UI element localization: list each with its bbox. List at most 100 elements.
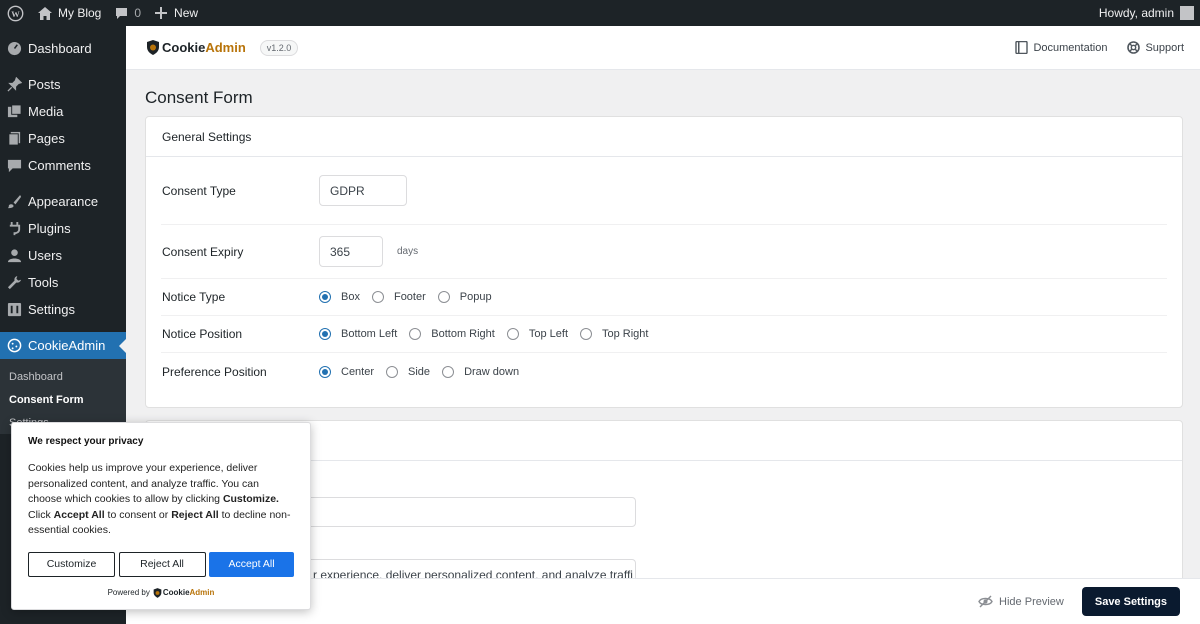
- comments-link[interactable]: 0: [108, 0, 148, 26]
- documentation-label: Documentation: [1033, 41, 1108, 54]
- radio-label: Bottom Right: [431, 328, 495, 340]
- comment-bubble-icon: [116, 7, 128, 19]
- preference-position-side-radio[interactable]: Side: [386, 365, 430, 378]
- hide-preview-button[interactable]: Hide Preview: [978, 595, 1064, 608]
- dashboard-icon: [6, 41, 22, 57]
- sidebar-item-dashboard[interactable]: Dashboard: [0, 35, 126, 62]
- shield-cookie-icon: [147, 40, 159, 55]
- consent-expiry-label: Consent Expiry: [162, 244, 244, 259]
- sidebar-item-settings[interactable]: Settings: [0, 296, 126, 323]
- preference-position-center-radio[interactable]: Center: [319, 365, 374, 378]
- page-title: Consent Form: [145, 88, 253, 107]
- radio-selected: [319, 365, 331, 378]
- radio-unselected: [580, 328, 592, 340]
- support-link[interactable]: Support: [1127, 41, 1184, 54]
- notice-message: Cookies help us improve your experience,…: [28, 461, 294, 539]
- notice-text-part: Click: [28, 508, 54, 521]
- brush-icon: [6, 194, 22, 210]
- radio-unselected: [506, 328, 519, 340]
- notice-title: We respect your privacy: [28, 436, 144, 447]
- preference-position-row: Preference Position Center Side Draw dow…: [161, 353, 1167, 390]
- general-settings-title: General Settings: [146, 117, 1182, 157]
- radio-unselected: [437, 291, 450, 303]
- logo-text-cookie: Cookie: [162, 40, 206, 55]
- general-settings-card: General Settings Consent Type GDPR Conse…: [145, 116, 1183, 408]
- powered-by-logo[interactable]: Cookie Admin: [153, 587, 215, 598]
- preference-position-draw-down-radio[interactable]: Draw down: [442, 365, 520, 378]
- accept-all-button[interactable]: Accept All: [209, 551, 294, 577]
- notice-type-box-radio[interactable]: Box: [319, 291, 360, 303]
- notice-type-row: Notice Type Box Footer Popup: [161, 279, 1167, 316]
- sidebar-item-label: Settings: [28, 302, 75, 317]
- sidebar-item-label: Appearance: [28, 194, 99, 209]
- sidebar-item-pages[interactable]: Pages: [0, 125, 126, 152]
- notice-position-bottom-left-radio[interactable]: Bottom Left: [319, 328, 397, 340]
- plugin-header: Cookie Admin v1.2.0 Documentation Support: [126, 26, 1200, 70]
- consent-type-row: Consent Type GDPR: [161, 157, 1167, 225]
- consent-type-select[interactable]: GDPR: [319, 175, 407, 206]
- pages-icon: [6, 131, 22, 147]
- powered-by-text: Powered by: [107, 588, 150, 597]
- cookie-notice: We respect your privacy Cookies help us …: [11, 422, 311, 610]
- sidebar-item-posts[interactable]: Posts: [0, 71, 126, 98]
- comment-count: 0: [134, 6, 142, 20]
- logo-text-cookie: Cookie: [162, 588, 190, 597]
- notice-position-top-left-radio[interactable]: Top Left: [506, 328, 568, 340]
- sidebar-item-media[interactable]: Media: [0, 98, 126, 125]
- submenu-item-consent-form[interactable]: Consent Form: [0, 388, 126, 411]
- radio-unselected: [371, 291, 384, 303]
- documentation-link[interactable]: Documentation: [1015, 41, 1107, 54]
- wrench-icon: [6, 275, 22, 291]
- settings-icon: [6, 302, 22, 318]
- submenu-item-dashboard[interactable]: Dashboard: [0, 365, 126, 388]
- new-label: New: [174, 6, 199, 20]
- radio-label: Box: [341, 291, 360, 303]
- notice-text-bold: Customize.: [222, 493, 279, 505]
- reject-all-button[interactable]: Reject All: [118, 551, 206, 577]
- eye-slash-icon: [978, 595, 993, 608]
- notice-position-bottom-right-radio[interactable]: Bottom Right: [409, 328, 495, 340]
- svg-text:W: W: [11, 8, 20, 18]
- notice-type-popup-radio[interactable]: Popup: [437, 291, 492, 303]
- shield-cookie-icon: [153, 587, 162, 598]
- sidebar-item-tools[interactable]: Tools: [0, 269, 126, 296]
- radio-label: Top Left: [528, 328, 568, 340]
- consent-expiry-input[interactable]: 365: [319, 236, 383, 267]
- avatar: [1180, 6, 1194, 20]
- sidebar-item-label: Posts: [28, 77, 61, 92]
- my-account-link[interactable]: Howdy, admin: [1092, 0, 1200, 26]
- save-settings-button[interactable]: Save Settings: [1081, 587, 1180, 616]
- notice-position-row: Notice Position Bottom Left Bottom Right…: [161, 316, 1167, 353]
- sidebar-item-comments[interactable]: Comments: [0, 152, 126, 179]
- sidebar-item-cookieadmin[interactable]: CookieAdmin: [0, 332, 126, 359]
- radio-label: Popup: [459, 291, 492, 303]
- radio-label: Draw down: [464, 365, 520, 378]
- notice-position-label: Notice Position: [162, 327, 243, 341]
- notice-title-input[interactable]: [276, 497, 636, 527]
- radio-label: Top Right: [602, 328, 649, 340]
- sidebar-item-label: Comments: [28, 158, 91, 173]
- notice-buttons: Customize Reject All Accept All: [28, 551, 294, 577]
- home-icon: [38, 6, 52, 20]
- sidebar-item-label: Media: [28, 104, 64, 119]
- logo-text-admin: Admin: [189, 588, 215, 597]
- notice-text-bold: Accept All: [53, 508, 105, 521]
- customize-button[interactable]: Customize: [28, 551, 115, 577]
- sidebar-item-users[interactable]: Users: [0, 242, 126, 269]
- site-name-link[interactable]: My Blog: [31, 0, 108, 26]
- notice-type-footer-radio[interactable]: Footer: [371, 291, 426, 303]
- sidebar-item-appearance[interactable]: Appearance: [0, 188, 126, 215]
- new-content-link[interactable]: New: [148, 0, 205, 26]
- sidebar-item-plugins[interactable]: Plugins: [0, 215, 126, 242]
- notice-text-part: to consent or: [104, 508, 172, 521]
- book-icon: [1015, 41, 1029, 54]
- notice-position-top-right-radio[interactable]: Top Right: [580, 328, 648, 340]
- preference-position-label: Preference Position: [162, 364, 267, 379]
- radio-unselected: [409, 328, 422, 340]
- comments-icon: [6, 158, 22, 174]
- wordpress-logo-icon[interactable]: W: [0, 0, 31, 26]
- support-label: Support: [1145, 41, 1184, 54]
- radio-label: Footer: [393, 291, 426, 303]
- admin-bar: W My Blog 0 New Howdy, admin: [0, 0, 1200, 26]
- media-icon: [6, 104, 22, 120]
